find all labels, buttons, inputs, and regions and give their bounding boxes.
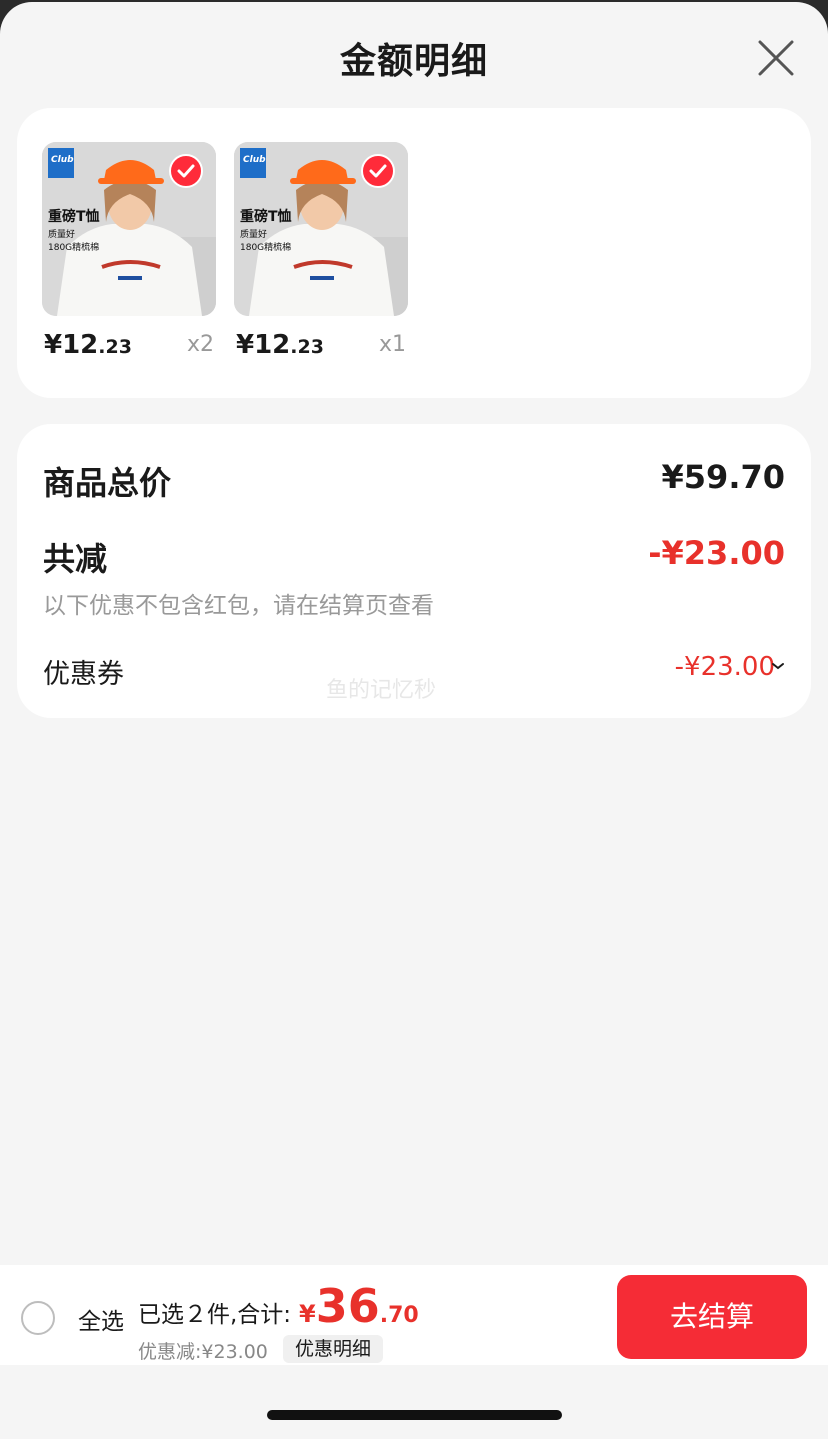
sheet-title: 金额明细 [339, 41, 488, 82]
thumb-brand: Club [51, 155, 74, 165]
product-thumbnail: Club 重磅T恤 质量好 180G精梳棉 [234, 142, 408, 316]
thumb-line1: 质量好 [240, 228, 267, 240]
thumb-brand: Club [243, 155, 266, 165]
watermark: 鱼的记忆秒 [326, 678, 437, 703]
thumb-line2: 180G精梳棉 [240, 241, 291, 253]
chevron-down-icon[interactable] [771, 656, 785, 675]
coupon-value[interactable]: -¥23.00 [675, 652, 775, 682]
select-all-radio[interactable] [21, 1301, 55, 1335]
product-thumbnail: Club 重磅T恤 质量好 180G精梳棉 [42, 142, 216, 316]
product-item[interactable]: Club 重磅T恤 质量好 180G精梳棉 ¥12.23 x2 [42, 142, 216, 360]
checkout-bar: 全选 已选２件,合计: ¥36.70 优惠减:¥23.00 优惠明细 去结算 [0, 1265, 828, 1365]
sheet-header: 金额明细 [0, 2, 828, 110]
check-icon[interactable] [361, 154, 395, 188]
discount-summary: 优惠减:¥23.00 [138, 1341, 268, 1363]
product-card: Club 重磅T恤 质量好 180G精梳棉 ¥12.23 x2 Club 重磅T… [17, 108, 811, 398]
product-quantity: x1 [378, 332, 406, 357]
thumb-title: 重磅T恤 [240, 208, 292, 225]
thumb-line1: 质量好 [48, 228, 75, 240]
product-price: ¥12.23 [236, 330, 324, 360]
checkout-button[interactable]: 去结算 [617, 1275, 807, 1359]
total-label: 商品总价 [43, 464, 172, 502]
discount-note: 以下优惠不包含红包，请在结算页查看 [43, 593, 434, 619]
home-indicator[interactable] [267, 1410, 562, 1420]
check-icon[interactable] [169, 154, 203, 188]
product-quantity: x2 [186, 332, 214, 357]
product-item[interactable]: Club 重磅T恤 质量好 180G精梳棉 ¥12.23 x1 [234, 142, 408, 360]
thumb-line2: 180G精梳棉 [48, 241, 99, 253]
select-all-label[interactable]: 全选 [78, 1302, 124, 1336]
discount-detail-button[interactable]: 优惠明细 [283, 1335, 384, 1363]
total-value: ¥59.70 [661, 458, 785, 496]
amount-detail-sheet: 金额明细 Club 重磅T恤 质量好 180G精梳棉 ¥12.23 x2 Clu… [0, 2, 828, 1439]
thumb-title: 重磅T恤 [48, 208, 100, 225]
close-icon[interactable] [752, 34, 800, 82]
reduce-label: 共减 [43, 540, 108, 578]
reduce-value: -¥23.00 [648, 534, 785, 572]
product-price: ¥12.23 [44, 330, 132, 360]
selected-count-text: 已选２件,合计: [138, 1302, 292, 1328]
total-amount: ¥36.70 [299, 1279, 419, 1333]
coupon-label: 优惠券 [43, 659, 124, 690]
